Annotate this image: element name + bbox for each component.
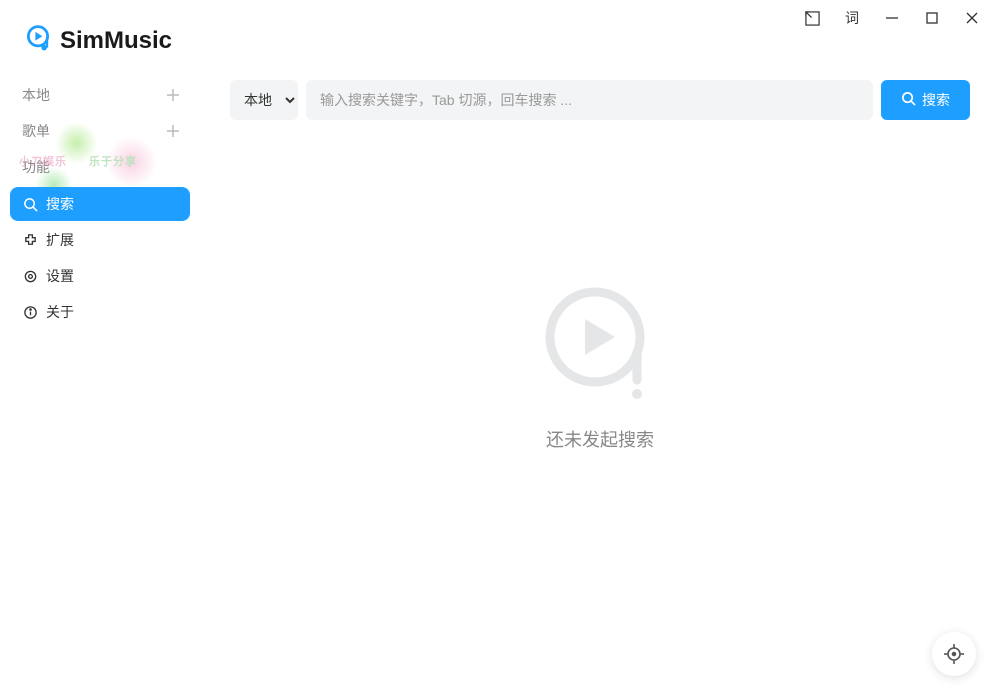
crosshair-icon [944,644,964,664]
nav-label: 关于 [46,302,74,322]
app-logo: SimMusic [0,12,200,77]
nav-search[interactable]: 搜索 [10,187,190,221]
add-local-button[interactable] [164,86,182,104]
nav-settings[interactable]: 设置 [10,259,190,293]
section-title: 本地 [22,85,50,105]
app-name: SimMusic [60,27,172,55]
gear-icon [22,268,38,284]
sidebar: SimMusic 本地 小刀娱乐 乐于分享 歌单 功能 [0,0,200,700]
empty-message: 还未发起搜索 [546,426,654,452]
search-icon [901,91,916,109]
nav-label: 设置 [46,266,74,286]
search-button[interactable]: 搜索 [881,80,970,120]
nav-extensions[interactable]: 扩展 [10,223,190,257]
nav-label: 搜索 [46,194,74,214]
nav-label: 扩展 [46,230,74,250]
logo-icon [24,24,52,57]
section-title: 功能 [22,157,50,177]
search-bar: 本地 搜索 [230,80,970,120]
section-local: 本地 [0,77,200,113]
mini-player-icon[interactable] [804,10,820,26]
search-icon [22,196,38,212]
locate-button[interactable] [932,632,976,676]
empty-play-icon [540,282,660,402]
minimize-icon[interactable] [884,10,900,26]
section-title: 歌单 [22,121,50,141]
section-playlist: 歌单 [0,113,200,149]
search-input[interactable] [306,80,873,120]
puzzle-icon [22,232,38,248]
window-controls: 词 [784,0,1000,36]
info-icon [22,304,38,320]
search-button-label: 搜索 [922,90,950,110]
empty-state: 还未发起搜索 [540,282,660,452]
lyrics-button[interactable]: 词 [844,10,860,26]
nav-about[interactable]: 关于 [10,295,190,329]
section-functions: 功能 [0,149,200,185]
close-icon[interactable] [964,10,980,26]
main-content: 本地 搜索 还未发起搜索 [200,0,1000,700]
maximize-icon[interactable] [924,10,940,26]
add-playlist-button[interactable] [164,122,182,140]
source-select[interactable]: 本地 [230,80,298,120]
